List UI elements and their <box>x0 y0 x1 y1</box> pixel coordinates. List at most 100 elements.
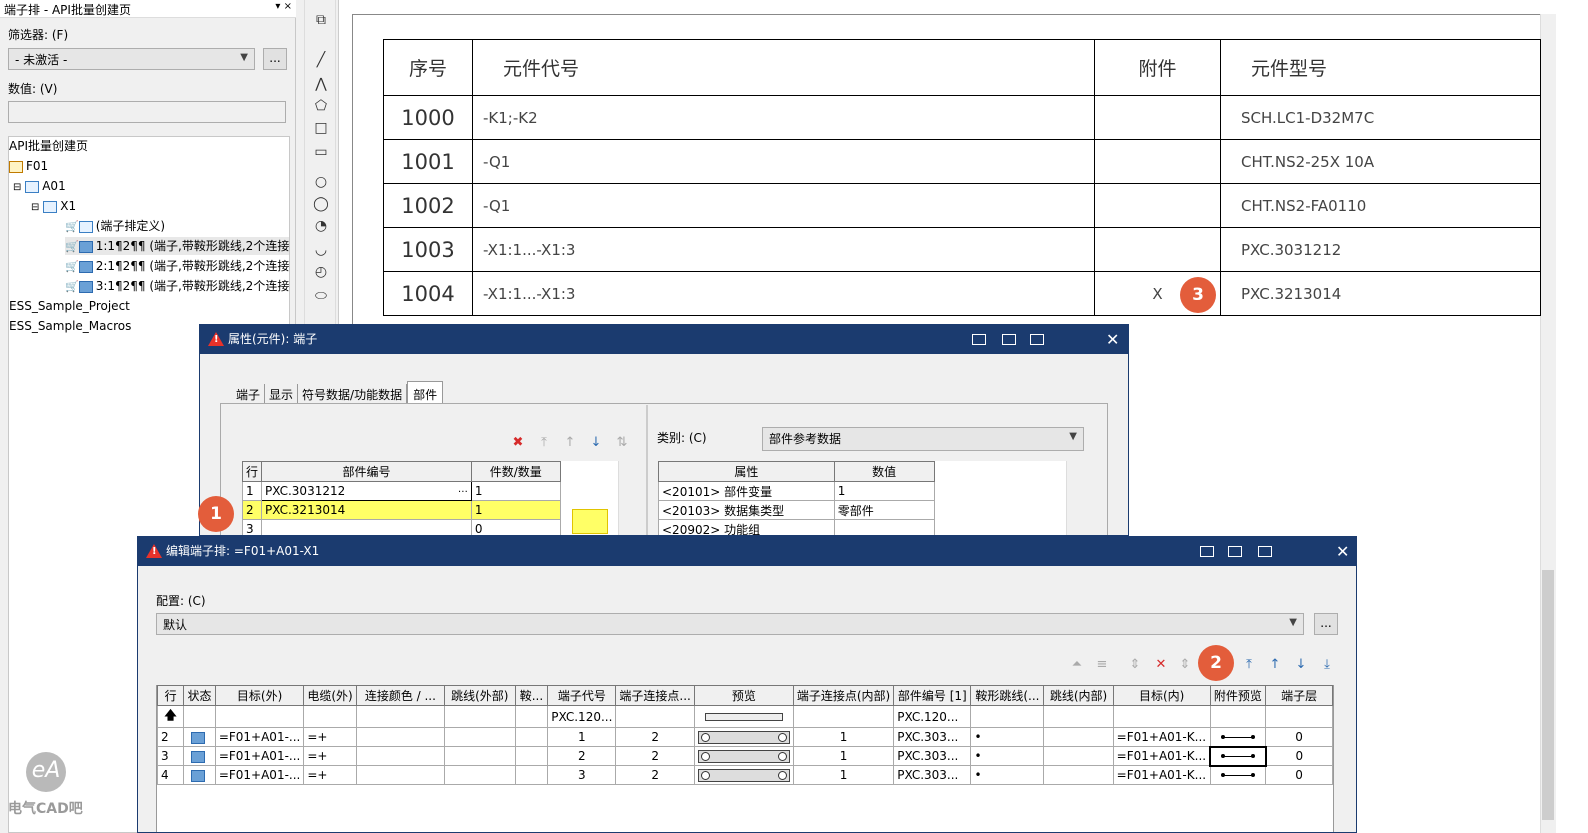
chevron-down-icon: ▼ <box>1289 617 1297 628</box>
table-row[interactable]: 3 =F01+A01-... =+ 2 2 1 PXC.303... • =F0… <box>156 745 1333 767</box>
copy-format-icon[interactable]: ⧉ <box>313 12 329 28</box>
move-up-icon[interactable]: ↑ <box>1264 655 1286 675</box>
terminal-preview <box>693 746 794 766</box>
splitter[interactable] <box>646 405 648 535</box>
terminal-status-icon <box>190 769 205 782</box>
location-icon <box>25 180 40 193</box>
column-header: 序号 <box>383 39 473 96</box>
dialog-titlebar[interactable]: 属性(元件): 端子 ✕ <box>200 325 1128 354</box>
tree-node-terminal-3[interactable]: 🛒 3:1¶2¶¶ (端子,带鞍形跳线,2个连接点 <box>65 277 289 295</box>
more-icon[interactable]: … <box>458 484 468 495</box>
value-input[interactable] <box>8 101 286 123</box>
table-row[interactable]: <20103> 数据集类型 零部件 <box>658 500 1082 520</box>
polygon-icon[interactable]: ⬠ <box>313 98 329 114</box>
delete-jumper-icon[interactable]: ✕ <box>1150 655 1172 675</box>
layout-icon[interactable] <box>1228 546 1242 557</box>
window-icon[interactable] <box>1030 334 1044 345</box>
config-more-button[interactable]: ... <box>1314 613 1338 635</box>
move-bottom-icon[interactable]: ⤓ <box>1316 655 1338 675</box>
table-row: 1002 -Q1 CHT.NS2-FA0110 <box>383 183 1541 228</box>
arc-three-points-icon[interactable]: ◡ <box>313 242 329 258</box>
grid-scrollbar[interactable] <box>1066 461 1082 535</box>
move-down-icon[interactable]: ↓ <box>585 433 607 453</box>
tree-node-sample-project[interactable]: ESS_Sample_Project <box>9 297 130 315</box>
cart-icon: 🛒 <box>65 240 79 253</box>
dock-icon[interactable] <box>1200 546 1214 557</box>
terminal-preview <box>693 765 794 785</box>
terminal-status-icon <box>190 750 205 763</box>
grid-scrollbar[interactable] <box>618 461 632 535</box>
delete-icon[interactable]: ✖ <box>507 433 529 453</box>
parts-list-table: 序号 元件代号 附件 元件型号 1000 -K1;-K2 SCH.LC1-D32… <box>383 39 1541 316</box>
window-icon[interactable] <box>1258 546 1272 557</box>
accessory-preview[interactable] <box>1209 745 1267 767</box>
table-header-row: 行 状态 目标(外) 电缆(外) 连接颜色 / ... 跳线(外部) 鞍... … <box>156 685 1333 706</box>
move-top-icon[interactable]: ⤒ <box>1238 655 1260 675</box>
tree-node-a01[interactable]: ⊟ A01 <box>13 177 66 195</box>
panel-window-buttons[interactable]: ▾ × <box>275 1 292 12</box>
terminal-icon <box>78 280 93 293</box>
tab-display[interactable]: 显示 <box>265 384 299 405</box>
tree-node-f01[interactable]: F01 <box>9 157 48 175</box>
table-row[interactable]: 1 PXC.3031212… 1 <box>241 481 632 501</box>
column-header: 附件 <box>1094 39 1221 96</box>
collapse-icon[interactable]: ⊟ <box>31 202 39 213</box>
close-button[interactable]: ✕ <box>1106 325 1119 354</box>
arc-icon[interactable]: ◔ <box>313 218 329 234</box>
move-down-icon[interactable]: ↓ <box>1290 655 1312 675</box>
circle-icon[interactable]: ○ <box>313 174 329 190</box>
move-top-icon[interactable]: ⤒ <box>533 433 555 453</box>
terminal-grid[interactable]: 行 状态 目标(外) 电缆(外) 连接颜色 / ... 跳线(外部) 鞍... … <box>156 685 1333 785</box>
warning-icon <box>208 332 224 346</box>
polyline-icon[interactable]: ⋀ <box>313 76 329 92</box>
tree-node-terminal-1[interactable]: 🛒 1:1¶2¶¶ (端子,带鞍形跳线,2个连接点 <box>65 237 289 255</box>
category-dropdown[interactable]: 部件参考数据 ▼ <box>762 427 1084 451</box>
dialog-titlebar[interactable]: 编辑端子排: =F01+A01-X1 ✕ <box>138 537 1356 566</box>
accessory-preview <box>1209 765 1267 785</box>
collapse-icon[interactable]: ⊟ <box>13 182 21 193</box>
table-row-definition[interactable]: 🡅 PXC.120... PXC.120... <box>156 705 1333 728</box>
ellipse-icon[interactable]: ⬭ <box>313 288 329 304</box>
tab-symbol-data[interactable]: 符号数据/功能数据 <box>298 384 408 405</box>
jumper-gray-icon[interactable]: ⇕ <box>1174 655 1196 675</box>
insert-below-icon[interactable]: ≡ <box>1091 655 1113 675</box>
table-row[interactable]: 2 =F01+A01-... =+ 1 2 1 PXC.303... • =F0… <box>156 727 1333 747</box>
sector-icon[interactable]: ◴ <box>313 264 329 280</box>
terminal-icon <box>78 260 93 273</box>
table-row[interactable]: <20101> 部件变量 1 <box>658 481 1082 501</box>
watermark-text: 电气CAD吧 <box>8 801 83 817</box>
strip-preview <box>693 705 794 728</box>
arrow-up-icon: 🡅 <box>156 705 185 728</box>
warning-icon <box>146 544 162 558</box>
line-icon[interactable]: ╱ <box>313 52 329 68</box>
property-grid[interactable]: 属性 数值 <20101> 部件变量 1 <20103> 数据集类型 零部件 <… <box>658 461 1082 535</box>
swap-icon[interactable]: ⇅ <box>611 433 633 453</box>
terminal-strip-dialog: 编辑端子排: =F01+A01-X1 ✕ 配置: (C) 默认 ▼ ... ⏶ … <box>137 536 1357 833</box>
tree-node-page[interactable]: API批量创建页 <box>9 137 88 155</box>
tree-node-x1[interactable]: ⊟ X1 <box>31 197 76 215</box>
tree-node-sample-macros[interactable]: ESS_Sample_Macros <box>9 317 131 335</box>
category-label: 类别: (C) <box>657 431 707 445</box>
scrollbar-thumb[interactable] <box>1542 570 1554 820</box>
table-row[interactable]: <20902> 功能组 <box>658 519 1082 535</box>
insert-above-icon[interactable]: ⏶ <box>1066 655 1088 675</box>
config-dropdown[interactable]: 默认 ▼ <box>156 613 1304 635</box>
filter-dropdown[interactable]: - 未激活 - ▼ <box>8 48 255 70</box>
tree-node-terminal-2[interactable]: 🛒 2:1¶2¶¶ (端子,带鞍形跳线,2个连接点 <box>65 257 289 275</box>
tree-node-strip-definition[interactable]: 🛒 (端子排定义) <box>65 217 165 235</box>
move-up-icon[interactable]: ↑ <box>559 433 581 453</box>
filter-value: - 未激活 - <box>15 53 68 67</box>
table-row[interactable]: 4 =F01+A01-... =+ 3 2 1 PXC.303... • =F0… <box>156 765 1333 785</box>
tab-terminal[interactable]: 端子 <box>232 384 266 405</box>
close-button[interactable]: ✕ <box>1336 537 1349 566</box>
dock-icon[interactable] <box>972 334 986 345</box>
layout-icon[interactable] <box>1002 334 1016 345</box>
terminal-icon <box>78 240 93 253</box>
jumper-icon[interactable]: ⇕ <box>1124 655 1146 675</box>
filter-more-button[interactable]: ... <box>263 48 287 70</box>
text-box-icon[interactable]: ▭ <box>313 144 329 160</box>
circle-three-points-icon[interactable]: ◯ <box>313 196 329 212</box>
cart-icon: 🛒 <box>65 280 79 293</box>
rectangle-icon[interactable]: □ <box>313 120 329 136</box>
callout-badge-3: 3 <box>1180 277 1216 313</box>
